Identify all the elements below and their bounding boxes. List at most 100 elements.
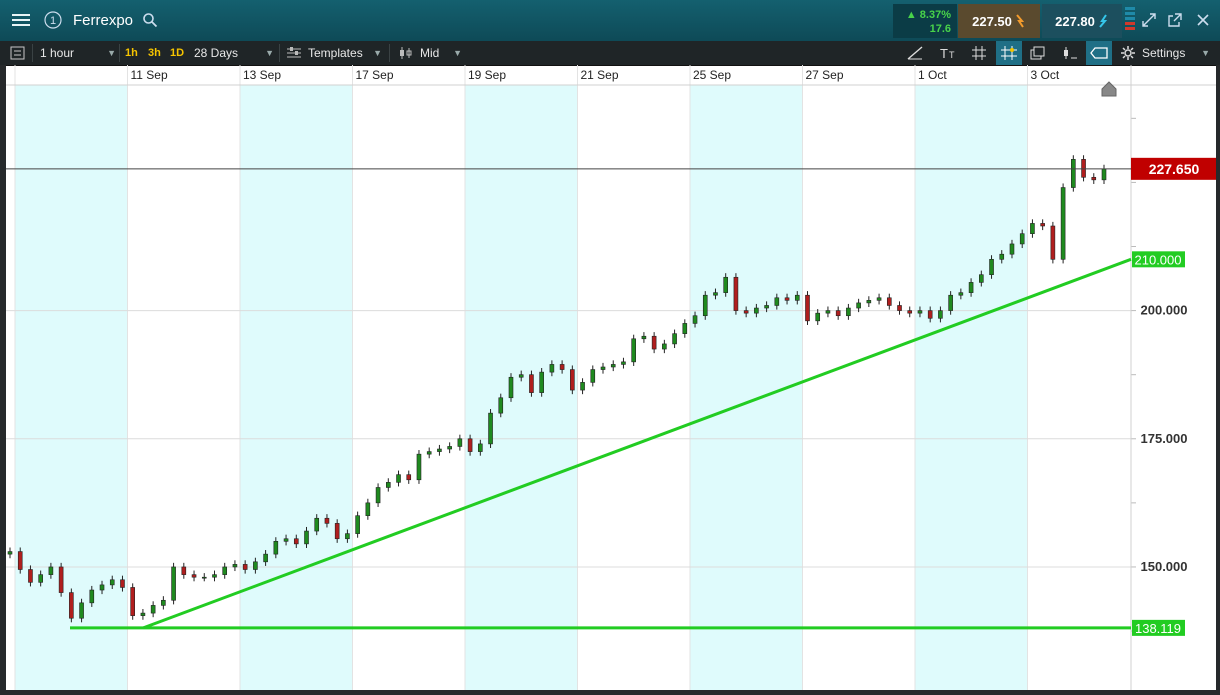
settings-dropdown[interactable]: Settings ▼ [1120, 41, 1210, 65]
candle-body [508, 376, 514, 399]
interval-dropdown[interactable]: 1 hour ▼ [40, 41, 116, 65]
candle-body [130, 587, 135, 616]
chevron-down-icon: ▼ [453, 48, 462, 58]
candle-body [345, 533, 350, 540]
settings-label: Settings [1142, 46, 1186, 60]
candle-body [201, 576, 207, 579]
candle-body [907, 310, 913, 314]
candle-body [232, 564, 238, 568]
candle-body [242, 564, 248, 570]
interval-label: 1 hour [40, 46, 75, 60]
candle-body [478, 443, 483, 452]
candle-body [559, 364, 565, 370]
menu-icon[interactable] [4, 5, 38, 35]
candle-body [140, 612, 146, 616]
candle-body [7, 551, 13, 555]
home-icon[interactable] [1101, 81, 1117, 97]
candle-body [682, 323, 688, 334]
quick-interval-3h[interactable]: 3h [148, 41, 161, 65]
support-line-label: 138.119 [1135, 621, 1181, 636]
price-label-icon[interactable] [1086, 41, 1112, 65]
trend-line-label: 210.000 [1135, 252, 1182, 267]
candle-body [1101, 168, 1107, 181]
buy-button[interactable]: 227.80 [1042, 4, 1122, 38]
candle-body [825, 310, 831, 314]
candle-body [99, 584, 105, 591]
candle-body [897, 305, 902, 311]
candle-body [692, 315, 698, 324]
range-label: 28 Days [194, 46, 239, 60]
x-tick-label: 19 Sep [468, 68, 506, 82]
x-tick-label: 1 Oct [918, 68, 947, 82]
layers-icon[interactable] [1030, 41, 1046, 65]
candle-body [304, 530, 309, 545]
x-tick-label: 27 Sep [806, 68, 844, 82]
popout-icon[interactable] [1164, 5, 1186, 35]
y-axis-labels: 200.000 175.000 150.000 [1141, 303, 1188, 574]
draw-line-icon[interactable] [906, 41, 924, 65]
price-chart[interactable]: 11 Sep 13 Sep 17 Sep 19 Sep 21 Sep 25 Sep 27 S… [0, 65, 1220, 695]
candle-body [181, 566, 187, 575]
candle-body [1081, 159, 1086, 178]
top-bar: 1 Ferrexpo ▲ 8.37% 17.6 227.50 227.80 [0, 0, 1220, 42]
crosshair-tool-icon[interactable] [996, 41, 1022, 65]
candle-body [713, 292, 718, 296]
candle-body [702, 294, 708, 317]
arrow-up-icon [1099, 14, 1108, 28]
candle-body [989, 259, 994, 276]
candle-body [38, 574, 43, 583]
candle-body [385, 482, 391, 488]
x-axis-labels: 11 Sep 13 Sep 17 Sep 19 Sep 21 Sep 25 Sep 27 S… [131, 68, 1060, 82]
price-type-label: Mid [420, 46, 440, 60]
candle-body [529, 374, 534, 393]
candle-body [17, 551, 23, 570]
arrow-down-icon [1016, 14, 1025, 28]
instrument-number-icon[interactable]: 1 [40, 5, 66, 35]
text-tool-icon[interactable]: TT [940, 41, 958, 65]
x-tick-label: 11 Sep [131, 68, 168, 82]
date-bands [15, 85, 1028, 695]
volume-bars-icon [1124, 5, 1136, 35]
candle-body [28, 569, 33, 583]
candle-body [641, 335, 647, 340]
change-percent: ▲ 8.37% [905, 9, 951, 21]
candle-body [222, 566, 228, 575]
candle-body [815, 312, 821, 322]
candle-body [784, 297, 790, 301]
quick-interval-1h[interactable]: 1h [125, 41, 138, 65]
templates-dropdown[interactable]: Templates ▼ [286, 41, 382, 65]
candle-settings-icon[interactable] [1062, 41, 1078, 65]
candle-body [1071, 159, 1076, 188]
candle-body [416, 453, 422, 481]
price-type-dropdown[interactable]: Mid ▼ [398, 41, 462, 65]
expand-icon[interactable] [1138, 5, 1160, 35]
candle-body [1050, 225, 1056, 260]
candle-body [1009, 243, 1015, 255]
chevron-down-icon: ▼ [373, 48, 382, 58]
candle-body [979, 274, 984, 283]
watchlist-icon[interactable] [10, 41, 26, 65]
candle-body [764, 305, 769, 309]
candle-body [631, 338, 636, 363]
candle-body [600, 366, 606, 370]
gear-icon [1121, 46, 1135, 60]
chevron-down-icon: ▼ [1201, 48, 1210, 58]
x-tick-label: 3 Oct [1031, 68, 1060, 82]
candle-body [621, 361, 626, 365]
close-icon[interactable] [1192, 5, 1214, 35]
range-dropdown[interactable]: 28 Days ▼ [194, 41, 274, 65]
grid-icon[interactable] [972, 41, 986, 65]
candle-body [150, 605, 156, 614]
candles-icon [400, 47, 412, 59]
candle-body [375, 487, 381, 504]
quick-interval-1d[interactable]: 1D [170, 41, 184, 65]
candle-body [48, 566, 54, 575]
sell-button[interactable]: 227.50 [958, 4, 1040, 38]
candle-body [437, 448, 442, 452]
candle-body [58, 566, 64, 593]
candle-body [498, 397, 504, 414]
candle-body [1091, 176, 1097, 181]
candle-body [253, 561, 258, 570]
search-icon[interactable] [140, 5, 160, 35]
candle-body [120, 579, 125, 588]
